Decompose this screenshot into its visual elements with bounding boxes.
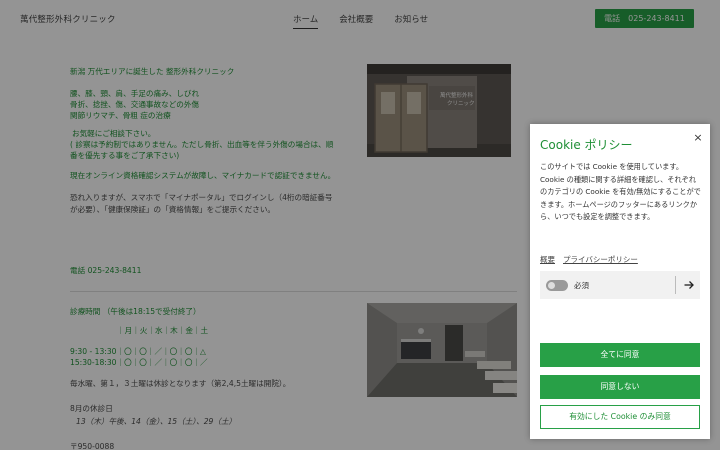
reject-button[interactable]: 同意しない — [540, 375, 700, 399]
row-separator — [675, 276, 676, 294]
cookie-dialog-title: Cookie ポリシー — [540, 138, 633, 152]
close-icon[interactable]: × — [692, 132, 704, 144]
accept-selected-button[interactable]: 有効にした Cookie のみ同意 — [540, 405, 700, 429]
privacy-policy-link[interactable]: プライバシーポリシー — [563, 255, 638, 264]
toggle-knob — [548, 282, 555, 289]
overview-link[interactable]: 概要 — [540, 255, 555, 264]
required-cookies-toggle[interactable] — [546, 280, 568, 291]
arrow-right-glyph — [684, 281, 694, 289]
cookie-dialog-body: このサイトでは Cookie を使用しています。Cookie の種類に関する詳細… — [540, 162, 701, 222]
cookie-links: 概要 プライバシーポリシー — [540, 254, 646, 265]
cookie-category-row: 必須 — [540, 271, 700, 299]
arrow-right-icon[interactable] — [683, 278, 695, 292]
accept-all-button[interactable]: 全てに同意 — [540, 343, 700, 367]
cookie-policy-dialog: Cookie ポリシー × このサイトでは Cookie を使用しています。Co… — [530, 124, 710, 439]
category-label: 必須 — [574, 281, 589, 290]
